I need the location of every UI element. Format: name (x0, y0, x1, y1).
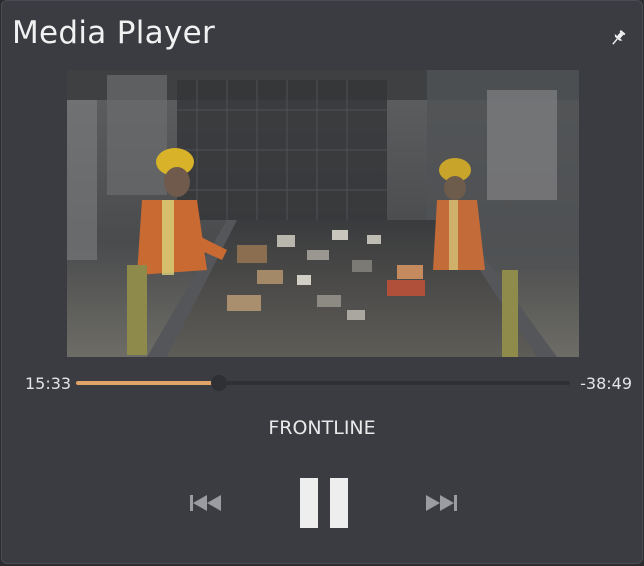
track-title: FRONTLINE (268, 417, 376, 439)
pin-icon (612, 29, 626, 45)
video-frame[interactable] (67, 70, 579, 357)
previous-button[interactable] (186, 489, 228, 517)
seek-bar[interactable] (76, 375, 570, 391)
pin-button[interactable] (607, 27, 629, 49)
media-player-window: Media Player 15:33 -38:49 FRONTLINE (1, 0, 643, 564)
next-button[interactable] (419, 489, 461, 517)
skip-previous-icon (190, 495, 221, 511)
seek-thumb[interactable] (211, 375, 228, 391)
window-title: Media Player (12, 15, 216, 51)
elapsed-time: 15:33 (25, 374, 72, 393)
pause-icon (300, 478, 348, 528)
video-thumbnail (67, 70, 579, 357)
skip-next-icon (426, 495, 457, 511)
seek-progress-fill (76, 381, 220, 385)
remaining-time: -38:49 (580, 374, 632, 393)
pause-button[interactable] (294, 474, 354, 532)
